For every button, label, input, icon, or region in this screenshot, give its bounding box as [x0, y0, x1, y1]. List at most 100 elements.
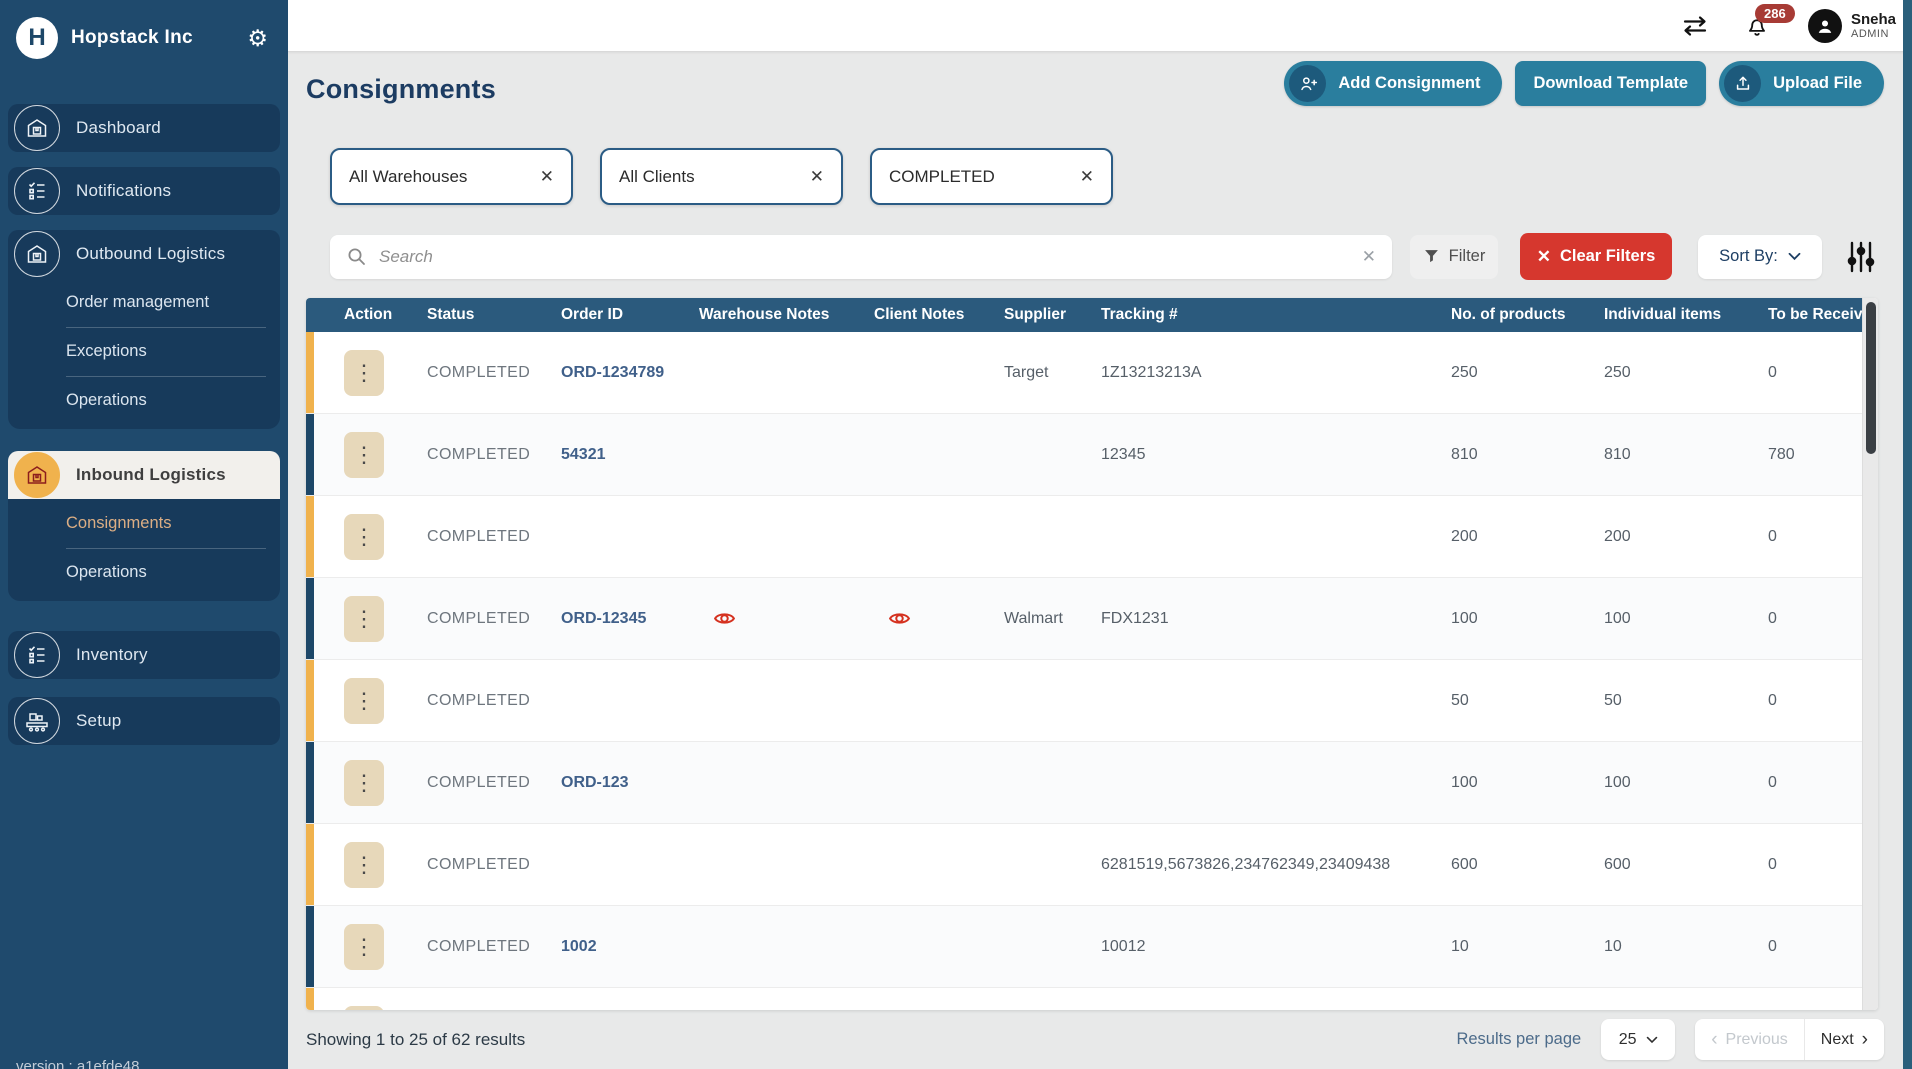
sidebar-item-inventory[interactable]: Inventory [8, 631, 280, 679]
search-input[interactable] [379, 247, 1362, 267]
chevron-down-icon [1788, 252, 1801, 261]
client-note-eye-icon[interactable] [888, 607, 911, 630]
scrollbar-thumb[interactable] [1866, 302, 1876, 454]
window-scrollbar-strip[interactable] [1903, 0, 1912, 1069]
warehouse-note-eye-icon[interactable] [713, 607, 736, 630]
table-header-row: Action Status Order ID Warehouse Notes C… [306, 298, 1862, 332]
header-strip [306, 298, 314, 332]
action-cell: ⋮ [314, 332, 427, 413]
status-cell [427, 988, 561, 1010]
row-actions-button[interactable]: ⋮ [344, 350, 384, 396]
sort-by-button[interactable]: Sort By: [1698, 235, 1822, 279]
client-notes-cell [874, 578, 1004, 659]
download-template-button[interactable]: Download Template [1515, 61, 1706, 106]
tracking-cell: 12345 [1101, 414, 1451, 495]
no-of-products-cell: 100 [1451, 742, 1604, 823]
close-icon[interactable]: ✕ [540, 167, 554, 187]
filter-chips: All Warehouses ✕ All Clients ✕ COMPLETED… [330, 148, 1113, 205]
sidebar-item-inbound-operations[interactable]: Operations [8, 548, 280, 597]
row-actions-button[interactable]: ⋮ [344, 432, 384, 478]
upload-file-button[interactable]: Upload File [1719, 61, 1884, 106]
row-actions-button[interactable]: ⋮ [344, 514, 384, 560]
action-cell: ⋮ [314, 742, 427, 823]
row-accent-strip [306, 414, 314, 495]
row-actions-button[interactable]: ⋮ [344, 760, 384, 806]
previous-label: Previous [1726, 1031, 1788, 1049]
page-size-select[interactable]: 25 [1601, 1019, 1675, 1060]
warehouse-icon [14, 231, 60, 277]
individual-items-cell: 10 [1604, 906, 1768, 987]
client-notes-cell [874, 824, 1004, 905]
filter-button[interactable]: Filter [1410, 235, 1498, 279]
column-header-client-notes: Client Notes [874, 298, 1004, 332]
order-id-cell: 1002 [561, 906, 699, 987]
chip-status-completed[interactable]: COMPLETED ✕ [870, 148, 1113, 205]
status-cell: COMPLETED [427, 578, 561, 659]
kebab-icon: ⋮ [353, 444, 375, 466]
no-of-products-cell [1451, 988, 1604, 1010]
user-info[interactable]: Sneha ADMIN [1851, 11, 1896, 41]
row-accent-strip [306, 824, 314, 905]
row-actions-button[interactable]: ⋮ [344, 678, 384, 724]
sidebar-item-notifications[interactable]: Notifications [8, 167, 280, 215]
order-id-cell [561, 824, 699, 905]
sidebar-item-outbound-operations[interactable]: Operations [8, 376, 280, 425]
supplier-cell [1004, 660, 1101, 741]
notification-count-badge: 286 [1755, 4, 1795, 23]
warehouse-notes-cell [699, 332, 874, 413]
supplier-cell [1004, 824, 1101, 905]
main-content: Consignments Add Consignment Download Te… [288, 52, 1912, 1069]
table-scrollbar[interactable] [1862, 298, 1878, 1010]
user-avatar[interactable] [1808, 9, 1842, 43]
column-settings-button[interactable] [1846, 240, 1876, 274]
column-header-action: Action [314, 298, 427, 332]
status-cell: COMPLETED [427, 496, 561, 577]
tracking-cell: 1Z13213213A [1101, 332, 1451, 413]
no-of-products-cell: 200 [1451, 496, 1604, 577]
row-actions-button[interactable]: ⋮ [344, 842, 384, 888]
sidebar-item-label: Dashboard [76, 118, 161, 138]
table-row: ⋮ COMPLETED 50 50 0 [306, 660, 1862, 742]
chip-all-warehouses[interactable]: All Warehouses ✕ [330, 148, 573, 205]
next-page-button[interactable]: Next › [1805, 1019, 1884, 1060]
notifications-bell-icon[interactable]: 286 [1744, 13, 1770, 39]
supplier-cell [1004, 414, 1101, 495]
warehouse-notes-cell [699, 660, 874, 741]
action-cell: ⋮ [314, 414, 427, 495]
tracking-cell: FDX1231 [1101, 578, 1451, 659]
row-accent-strip [306, 742, 314, 823]
sidebar-item-inbound-logistics[interactable]: Inbound Logistics [8, 451, 280, 499]
clear-search-icon[interactable]: ✕ [1362, 247, 1376, 267]
to-be-received-cell: 0 [1768, 578, 1862, 659]
close-icon[interactable]: ✕ [1080, 167, 1094, 187]
column-header-status: Status [427, 298, 561, 332]
row-actions-button[interactable]: ⋮ [344, 924, 384, 970]
add-consignment-button[interactable]: Add Consignment [1284, 61, 1502, 106]
sidebar-item-consignments[interactable]: Consignments [8, 499, 280, 548]
status-cell: COMPLETED [427, 414, 561, 495]
row-actions-button[interactable]: ⋮ [344, 596, 384, 642]
upload-file-label: Upload File [1773, 74, 1862, 93]
sidebar-item-order-management[interactable]: Order management [8, 278, 280, 327]
sidebar-item-outbound-logistics[interactable]: Outbound Logistics [8, 230, 280, 278]
settings-gear-icon[interactable]: ⚙ [247, 27, 268, 50]
results-summary: Showing 1 to 25 of 62 results [306, 1030, 525, 1050]
tracking-cell [1101, 660, 1451, 741]
search-filter-row: ✕ Filter ✕ Clear Filters Sort By: [330, 233, 1876, 280]
sidebar-item-dashboard[interactable]: Dashboard [8, 104, 280, 152]
chevron-left-icon: ‹ [1711, 1030, 1717, 1049]
clear-filters-button[interactable]: ✕ Clear Filters [1520, 233, 1672, 280]
close-icon[interactable]: ✕ [810, 167, 824, 187]
sidebar-item-setup[interactable]: Setup [8, 697, 280, 745]
table-row: ⋮ COMPLETED ORD-123 100 100 0 [306, 742, 1862, 824]
consignments-table: Action Status Order ID Warehouse Notes C… [306, 298, 1878, 1010]
swap-arrows-icon[interactable] [1680, 15, 1710, 37]
supplier-cell [1004, 906, 1101, 987]
no-of-products-cell: 250 [1451, 332, 1604, 413]
sidebar-item-exceptions[interactable]: Exceptions [8, 327, 280, 376]
supplier-cell [1004, 742, 1101, 823]
user-role: ADMIN [1851, 28, 1896, 41]
chip-all-clients[interactable]: All Clients ✕ [600, 148, 843, 205]
previous-page-button[interactable]: ‹ Previous [1695, 1019, 1804, 1060]
funnel-icon [1423, 248, 1440, 265]
